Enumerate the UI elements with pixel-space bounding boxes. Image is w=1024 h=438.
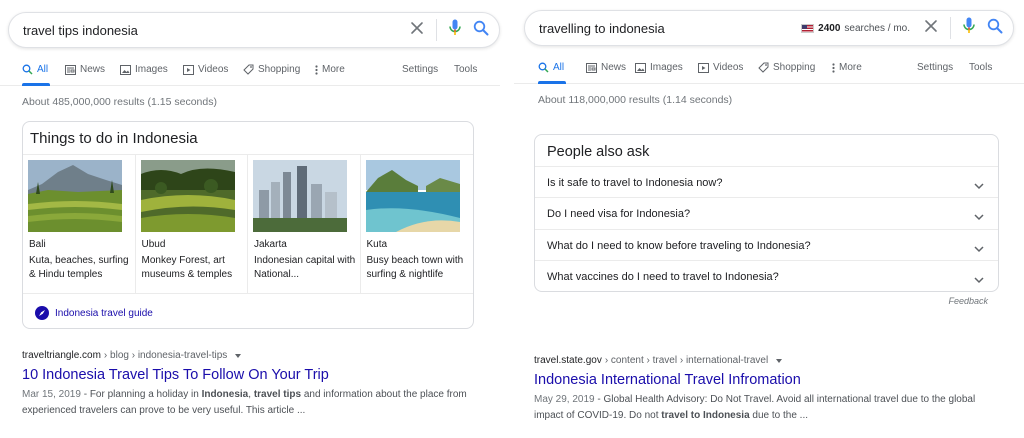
ubud-jungle-image [140, 160, 235, 232]
tab-more[interactable]: More [314, 64, 345, 75]
snippet-keyword: travel to Indonesia [661, 410, 750, 421]
result-title-link[interactable]: Indonesia International Travel Infromati… [534, 372, 1004, 388]
things-to-do-title: Things to do in Indonesia [30, 130, 198, 147]
search-box-divider [436, 19, 437, 41]
places-carousel: Bali Kuta, beaches, surfing & Hindu temp… [23, 154, 473, 294]
more-dots-icon [831, 62, 835, 73]
tab-news[interactable]: News [65, 64, 105, 75]
active-tab-indicator [22, 83, 50, 86]
clear-icon[interactable] [410, 21, 424, 40]
paa-question[interactable]: What vaccines do I need to travel to Ind… [535, 260, 998, 291]
travel-guide-link[interactable]: Indonesia travel guide [35, 306, 153, 320]
chevron-down-icon [974, 240, 984, 258]
tab-tools[interactable]: Tools [454, 64, 477, 75]
paa-question[interactable]: Do I need visa for Indonesia? [535, 197, 998, 228]
us-flag-icon [801, 23, 815, 33]
place-description: Indonesian capital with National... [254, 255, 356, 280]
snippet-text: due to the ... [749, 410, 809, 421]
result-snippet: Mar 15, 2019 - For planning a holiday in… [22, 389, 467, 416]
tab-images[interactable]: Images [635, 62, 683, 73]
tab-settings[interactable]: Settings [917, 62, 953, 73]
tab-videos[interactable]: Videos [698, 62, 743, 73]
place-card-ubud[interactable]: Ubud Monkey Forest, art museums & temple… [136, 155, 248, 293]
chevron-down-icon [974, 177, 984, 195]
shopping-tag-icon [758, 62, 769, 73]
jakarta-skyline-image [253, 160, 347, 232]
paa-question[interactable]: What do I need to know before traveling … [535, 229, 998, 260]
search-icon[interactable] [987, 18, 1003, 39]
tab-news[interactable]: News [586, 62, 626, 73]
videos-icon [183, 64, 194, 75]
tab-shopping[interactable]: Shopping [758, 62, 815, 73]
search-box[interactable]: travel tips indonesia [8, 12, 500, 48]
chevron-down-icon [974, 208, 984, 226]
people-also-ask-title: People also ask [547, 144, 650, 160]
result-url[interactable]: travel.state.gov › content › travel › in… [534, 355, 1004, 366]
place-name: Jakarta [254, 239, 287, 250]
place-name: Bali [29, 239, 46, 250]
search-box-actions: 2400 searches / mo. [801, 11, 1003, 45]
more-dots-icon [314, 64, 318, 75]
result-title-link[interactable]: 10 Indonesia Travel Tips To Follow On Yo… [22, 367, 492, 383]
place-description: Busy beach town with surfing & nightlife [366, 255, 464, 280]
shopping-tag-icon [243, 64, 254, 75]
place-card-bali[interactable]: Bali Kuta, beaches, surfing & Hindu temp… [23, 155, 136, 293]
tab-settings[interactable]: Settings [402, 64, 438, 75]
result-stats: About 118,000,000 results (1.14 seconds) [538, 94, 733, 106]
tab-videos[interactable]: Videos [183, 64, 228, 75]
place-card-jakarta[interactable]: Jakarta Indonesian capital with National… [248, 155, 361, 293]
tab-all[interactable]: All [22, 64, 48, 75]
place-name: Ubud [141, 239, 166, 250]
place-card-kuta[interactable]: Kuta Busy beach town with surfing & nigh… [361, 155, 474, 293]
result-stats: About 485,000,000 results (1.15 seconds) [22, 96, 217, 108]
news-icon [586, 62, 597, 73]
left-search-panel: travel tips indonesia All News Images Vi… [0, 0, 500, 438]
snippet-keyword: travel tips [253, 389, 302, 400]
search-box[interactable]: travelling to indonesia 2400 searches / … [524, 10, 1014, 46]
search-box-divider [950, 17, 951, 39]
search-tabs: All News Images Videos Shopping More Set… [514, 54, 1024, 84]
clear-icon[interactable] [924, 19, 938, 38]
tab-more[interactable]: More [831, 62, 862, 73]
things-to-do-card: Things to do in Indonesia Bali Kuta, bea… [22, 121, 474, 329]
snippet-text: - For planning a holiday in [80, 389, 202, 400]
mic-icon[interactable] [449, 19, 461, 41]
search-result: traveltriangle.com › blog › indonesia-tr… [22, 350, 492, 419]
search-volume-badge: 2400 searches / mo. [801, 23, 910, 34]
result-url[interactable]: traveltriangle.com › blog › indonesia-tr… [22, 350, 492, 361]
right-search-panel: travelling to indonesia 2400 searches / … [514, 0, 1024, 438]
search-icon[interactable] [473, 20, 489, 41]
images-icon [635, 62, 646, 73]
place-description: Kuta, beaches, surfing & Hindu temples [29, 255, 129, 280]
search-input[interactable]: travel tips indonesia [23, 23, 138, 38]
feedback-link[interactable]: Feedback [948, 296, 988, 306]
compass-icon [35, 306, 49, 320]
chevron-down-icon [974, 271, 984, 289]
tab-tools[interactable]: Tools [969, 62, 992, 73]
result-menu-caret-icon[interactable] [776, 358, 783, 363]
place-description: Monkey Forest, art museums & temples [141, 255, 233, 280]
images-icon [120, 64, 131, 75]
search-box-actions [410, 13, 489, 47]
active-tab-indicator [538, 81, 566, 84]
result-menu-caret-icon[interactable] [235, 353, 242, 358]
videos-icon [698, 62, 709, 73]
search-result: travel.state.gov › content › travel › in… [534, 355, 1004, 424]
kuta-beach-image [365, 160, 460, 232]
paa-question[interactable]: Is it safe to travel to Indonesia now? [535, 166, 998, 197]
tab-images[interactable]: Images [120, 64, 168, 75]
news-icon [65, 64, 76, 75]
result-snippet: May 29, 2019 - Global Health Advisory: D… [534, 394, 976, 421]
snippet-keyword: Indonesia [201, 389, 249, 400]
search-icon [22, 64, 33, 75]
tab-all[interactable]: All [538, 62, 564, 73]
bali-rice-terrace-image [28, 160, 122, 232]
place-name: Kuta [366, 239, 388, 250]
tab-shopping[interactable]: Shopping [243, 64, 300, 75]
search-tabs: All News Images Videos Shopping More Set… [0, 56, 500, 86]
mic-icon[interactable] [963, 17, 975, 39]
search-icon [538, 62, 549, 73]
people-also-ask-box: People also ask Is it safe to travel to … [534, 134, 999, 292]
search-input[interactable]: travelling to indonesia [539, 21, 665, 36]
